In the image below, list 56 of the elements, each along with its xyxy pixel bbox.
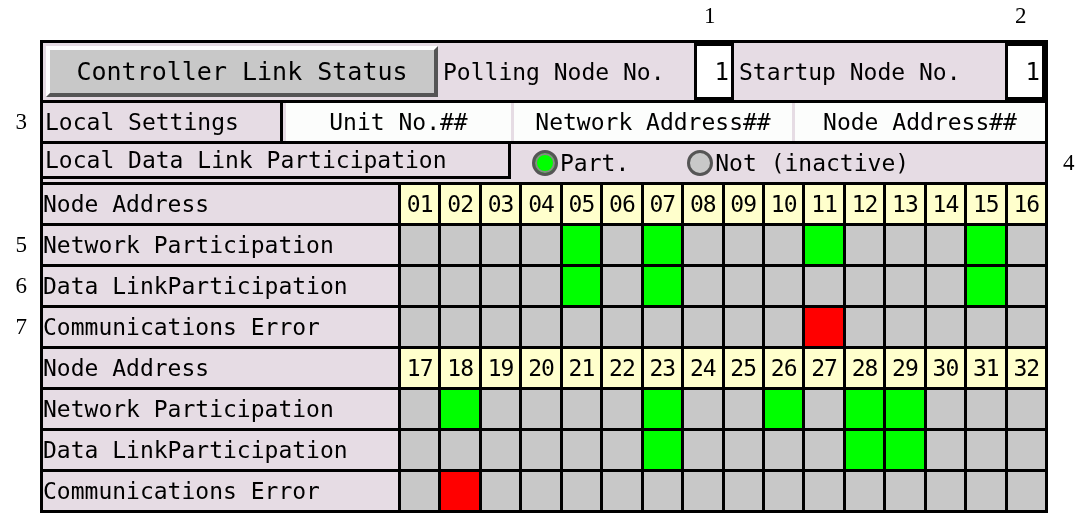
node-number: 02	[441, 185, 479, 223]
callout-number: 2	[1015, 3, 1027, 29]
node-number: 31	[967, 349, 1005, 387]
node-number: 14	[926, 185, 965, 223]
node-number: 19	[481, 349, 520, 387]
status-button[interactable]: Controller Link Status	[46, 46, 438, 97]
node-number: 17	[401, 349, 439, 387]
node-number-field: 1	[1008, 46, 1042, 97]
node-number: 22	[603, 349, 641, 387]
callout-number: 3	[15, 109, 27, 135]
node-number: 04	[522, 185, 560, 223]
node-number: 11	[805, 185, 843, 223]
node-number: 03	[481, 185, 520, 223]
option-label: Not (inactive)	[715, 150, 910, 176]
node-number-field: 1	[697, 46, 731, 97]
node-number: 12	[845, 185, 884, 223]
callout-number: 1	[704, 3, 716, 29]
node-number: 23	[643, 349, 682, 387]
node-number: 32	[1007, 349, 1045, 387]
row-label: Network Participation	[43, 396, 334, 422]
node-number: 30	[926, 349, 965, 387]
row-label: Network Participation	[43, 232, 334, 258]
node-number: 20	[522, 349, 560, 387]
node-number: 18	[441, 349, 479, 387]
node-number: 01	[401, 185, 439, 223]
node-number: 10	[764, 185, 803, 223]
callout-number: 7	[15, 314, 27, 340]
node-number: 07	[643, 185, 682, 223]
setting-value: Unit No.##	[286, 103, 511, 141]
node-number: 13	[886, 185, 924, 223]
node-number: 21	[562, 349, 601, 387]
node-number: 26	[764, 349, 803, 387]
node-number: 28	[845, 349, 884, 387]
node-number: 05	[562, 185, 601, 223]
node-number: 08	[684, 185, 722, 223]
row-label: Node Address	[43, 185, 398, 223]
setting-value: Node Address##	[795, 103, 1045, 141]
node-number: 29	[886, 349, 924, 387]
setting-value: Network Address##	[514, 103, 792, 141]
row-label: Communications Error	[43, 478, 320, 504]
callout-number: 4	[1063, 150, 1075, 176]
section-label: Local Data Link Participation	[43, 144, 511, 179]
row-label: Data LinkParticipation	[43, 273, 348, 299]
node-number: 09	[724, 185, 762, 223]
row-label: Node Address	[43, 349, 398, 387]
node-number: 16	[1007, 185, 1045, 223]
node-number: 15	[967, 185, 1005, 223]
node-number: 06	[603, 185, 641, 223]
node-number: 24	[684, 349, 722, 387]
row-label: Communications Error	[43, 314, 320, 340]
node-number: 27	[805, 349, 843, 387]
row-label: Data LinkParticipation	[43, 437, 348, 463]
callout-number: 5	[15, 232, 27, 258]
node-number: 25	[724, 349, 762, 387]
option-label: Part.	[560, 150, 630, 176]
callout-number: 6	[15, 273, 27, 299]
